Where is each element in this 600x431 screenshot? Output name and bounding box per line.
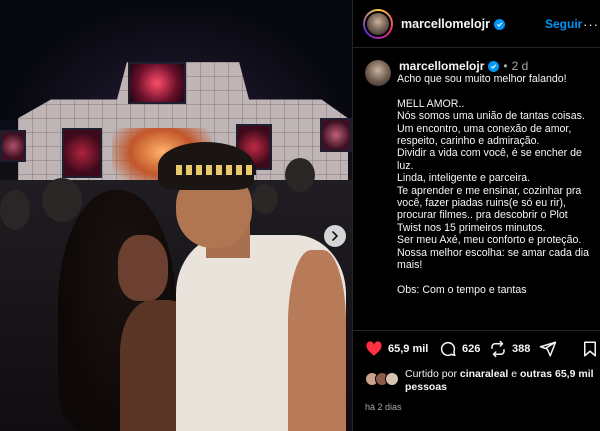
repost-action[interactable]: 388 <box>489 340 530 358</box>
photo-stage-left-screen <box>62 128 102 178</box>
verified-badge-icon <box>493 18 505 30</box>
liked-by-suffix[interactable]: pessoas <box>405 381 447 393</box>
caption-header: marcellomelojr • 2 d <box>399 59 528 73</box>
caption-line: Obs: Com o tempo e tantas <box>397 283 527 296</box>
caption-avatar[interactable] <box>365 60 391 86</box>
post-photo[interactable] <box>0 0 352 431</box>
caption-line: Ser meu Axé, meu conforto e proteção. <box>397 234 582 247</box>
caption-line <box>397 271 597 283</box>
caption-line: Acho que sou muito melhor falando! <box>397 73 567 85</box>
photo-stage-side-screen-right <box>320 118 352 152</box>
caption-line: mais! <box>397 259 423 272</box>
photo-man-cap-band <box>176 165 256 175</box>
photo-crowd-person <box>285 158 315 192</box>
caption-line: Te aprender e me ensinar, cozinhar pra <box>397 184 582 197</box>
liked-by-others[interactable]: outras 65,9 mil <box>520 368 594 380</box>
photo-crowd-person <box>0 190 30 230</box>
caption-separator: • <box>503 59 508 73</box>
post-header: marcellomelojr Seguir ··· <box>353 0 600 48</box>
photo-woman-face <box>118 235 168 301</box>
photo-crowd-person <box>42 178 82 222</box>
avatar[interactable] <box>365 11 391 37</box>
repost-count[interactable]: 388 <box>512 343 530 355</box>
comment-action[interactable]: 626 <box>439 340 480 358</box>
comment-icon[interactable] <box>439 340 457 358</box>
share-action[interactable] <box>539 340 557 358</box>
caption-section: marcellomelojr • 2 d Acho que sou muito … <box>353 48 600 330</box>
story-ring[interactable] <box>363 9 393 39</box>
liked-by-text: Curtido por cinaraleal e outras 65,9 mil… <box>405 368 595 394</box>
caption-line <box>397 85 597 97</box>
caption-line: Nossa melhor escolha: se amar cada dia <box>397 246 589 259</box>
photo-man-arm <box>288 250 346 431</box>
liker-avatar[interactable] <box>385 372 399 386</box>
comment-count[interactable]: 626 <box>462 343 480 355</box>
caption-line: luz. <box>397 159 414 172</box>
liked-by-user[interactable]: cinaraleal <box>460 368 508 380</box>
heart-filled-icon[interactable] <box>365 340 383 358</box>
like-action[interactable]: 65,9 mil <box>365 340 428 358</box>
header-username[interactable]: marcellomelojr <box>401 17 505 31</box>
like-count[interactable]: 65,9 mil <box>388 343 428 355</box>
share-icon[interactable] <box>539 340 557 358</box>
follow-button[interactable]: Seguir <box>545 17 582 31</box>
liked-by-middle: e <box>508 368 520 380</box>
photo-stage-main-screen <box>128 62 186 104</box>
carousel-next-button[interactable] <box>324 225 346 247</box>
caption-line: Um encontro, uma conexão de amor, <box>397 122 572 135</box>
caption-line: MELL AMOR.. <box>397 97 465 110</box>
caption-username[interactable]: marcellomelojr <box>399 59 484 73</box>
verified-badge-icon <box>488 60 500 72</box>
photo-stage-side-screen-left <box>0 130 26 162</box>
photo-crowd-person <box>252 184 278 214</box>
repost-icon[interactable] <box>489 340 507 358</box>
caption-line: Twist nos 15 primeiros minutos. <box>397 221 546 234</box>
save-action[interactable] <box>581 340 599 358</box>
more-options-icon[interactable]: ··· <box>583 17 599 32</box>
chevron-right-icon <box>332 231 339 241</box>
caption-time[interactable]: 2 d <box>512 59 529 73</box>
caption-line: respeito, carinho e admiração. <box>397 135 540 148</box>
caption-line: Linda, inteligente e parceira. <box>397 172 531 185</box>
header-username-text[interactable]: marcellomelojr <box>401 17 490 31</box>
post-date[interactable]: há 2 dias <box>365 402 402 412</box>
post-sidebar: marcellomelojr Seguir ··· marcellomelojr… <box>352 0 600 431</box>
caption-line: Dividir a vida com você, é se encher de <box>397 147 582 160</box>
liked-by-prefix: Curtido por <box>405 368 460 380</box>
caption-text: Acho que sou muito melhor falando! MELL … <box>397 73 597 296</box>
caption-line: Nós somos uma união de tantas coisas. <box>397 110 585 123</box>
caption-line: você, fazer piadas ruins(e só eu rir), <box>397 197 566 210</box>
bookmark-icon[interactable] <box>581 340 599 358</box>
caption-line: procurar filmes.. pra descobrir o Plot <box>397 209 568 222</box>
